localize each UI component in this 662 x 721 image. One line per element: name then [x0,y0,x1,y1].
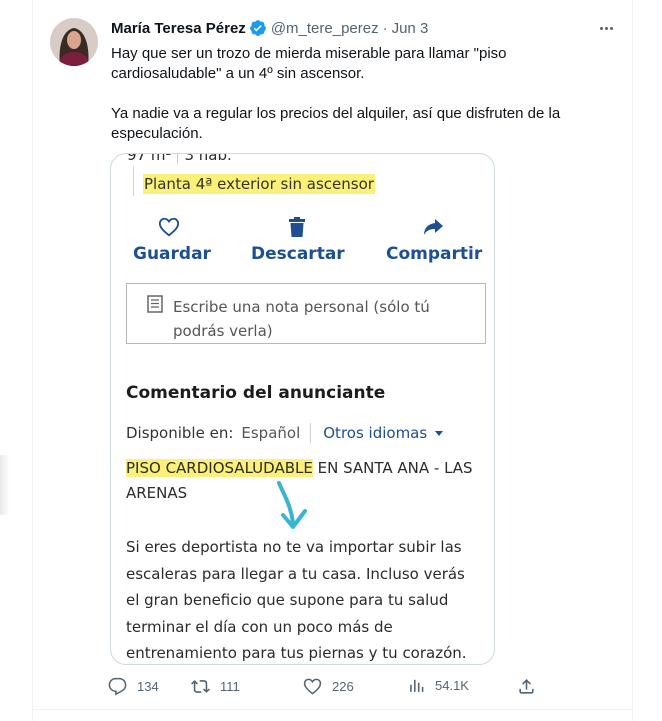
separator-dot: · [382,19,388,37]
author-handle[interactable]: @m_tere_perez [271,20,379,37]
views-count: 54.1K [435,678,469,693]
left-edge-shadow [0,455,10,515]
spec-divider [133,166,134,196]
retweet-button[interactable]: 111 [191,677,240,696]
language-current: Español [241,424,301,442]
share-icon [519,679,534,694]
avatar-image [50,18,98,66]
reply-icon [108,677,127,696]
verified-badge-icon [249,19,267,37]
chevron-down-icon [435,430,444,436]
listing-discard-label: Descartar [251,244,345,264]
tweet-paragraph-1: Hay que ser un trozo de mierda miserable… [111,45,507,82]
listing-floor: Planta 4ª exterior sin ascensor [143,174,375,194]
listing-specs-partial: 97 m² 3 hab. [127,153,232,164]
tweet-header: María Teresa Pérez @m_tere_perez · Jun 3 [111,19,428,37]
author-name[interactable]: María Teresa Pérez [111,20,246,37]
share-arrow-icon [424,219,443,235]
language-selector: Disponible en: Español Otros idiomas [126,423,444,443]
listing-discard-button: Descartar [251,216,345,264]
tweet-paragraph-2: Ya nadie va a regular los precios del al… [111,105,561,142]
more-icon[interactable] [596,20,616,36]
views-icon [410,679,424,692]
reply-count: 134 [137,679,159,694]
views-button[interactable]: 54.1K [408,677,469,694]
like-button[interactable]: 226 [303,677,354,696]
timeline-border-left [32,0,33,721]
listing-area: 97 m² [127,153,172,164]
note-icon [147,295,163,313]
language-label: Disponible en: [126,424,234,442]
tweet-actions: 134 111 226 54.1K [108,677,538,699]
advertiser-comment-heading: Comentario del anunciante [126,383,386,403]
retweet-count: 111 [220,679,240,694]
tweet-date[interactable]: Jun 3 [392,20,429,37]
heart-outline-icon [158,217,180,237]
attached-screenshot[interactable]: 97 m² 3 hab. Planta 4ª exterior sin ascen… [110,153,495,665]
listing-share-label: Compartir [386,244,483,264]
trash-icon [289,217,305,237]
timeline-border-right [632,0,633,721]
like-icon [303,678,322,695]
share-button[interactable] [517,677,546,696]
listing-save-button: Guardar [133,216,211,264]
like-count: 226 [332,679,354,694]
avatar[interactable] [50,18,98,66]
personal-note-field: Escribe una nota personal (sólo tú podrá… [126,283,486,344]
ad-description: Si eres deportista no te va importar sub… [126,538,467,662]
personal-note-placeholder: Escribe una nota personal (sólo tú podrá… [173,298,430,340]
tweet-bottom-divider [32,709,633,710]
other-languages-link: Otros idiomas [323,424,428,442]
listing-save-label: Guardar [133,244,211,264]
listing-share-button: Compartir [386,216,483,264]
listing-rooms: 3 hab. [184,153,232,164]
listing-actions: Guardar Descartar Compartir [111,216,494,266]
retweet-icon [191,680,210,693]
annotation-arrow-icon [277,481,307,529]
reply-button[interactable]: 134 [108,677,159,696]
ad-title-highlight: PISO CARDIOSALUDABLE [126,459,313,477]
tweet-text: Hay que ser un trozo de mierda miserable… [111,44,616,144]
